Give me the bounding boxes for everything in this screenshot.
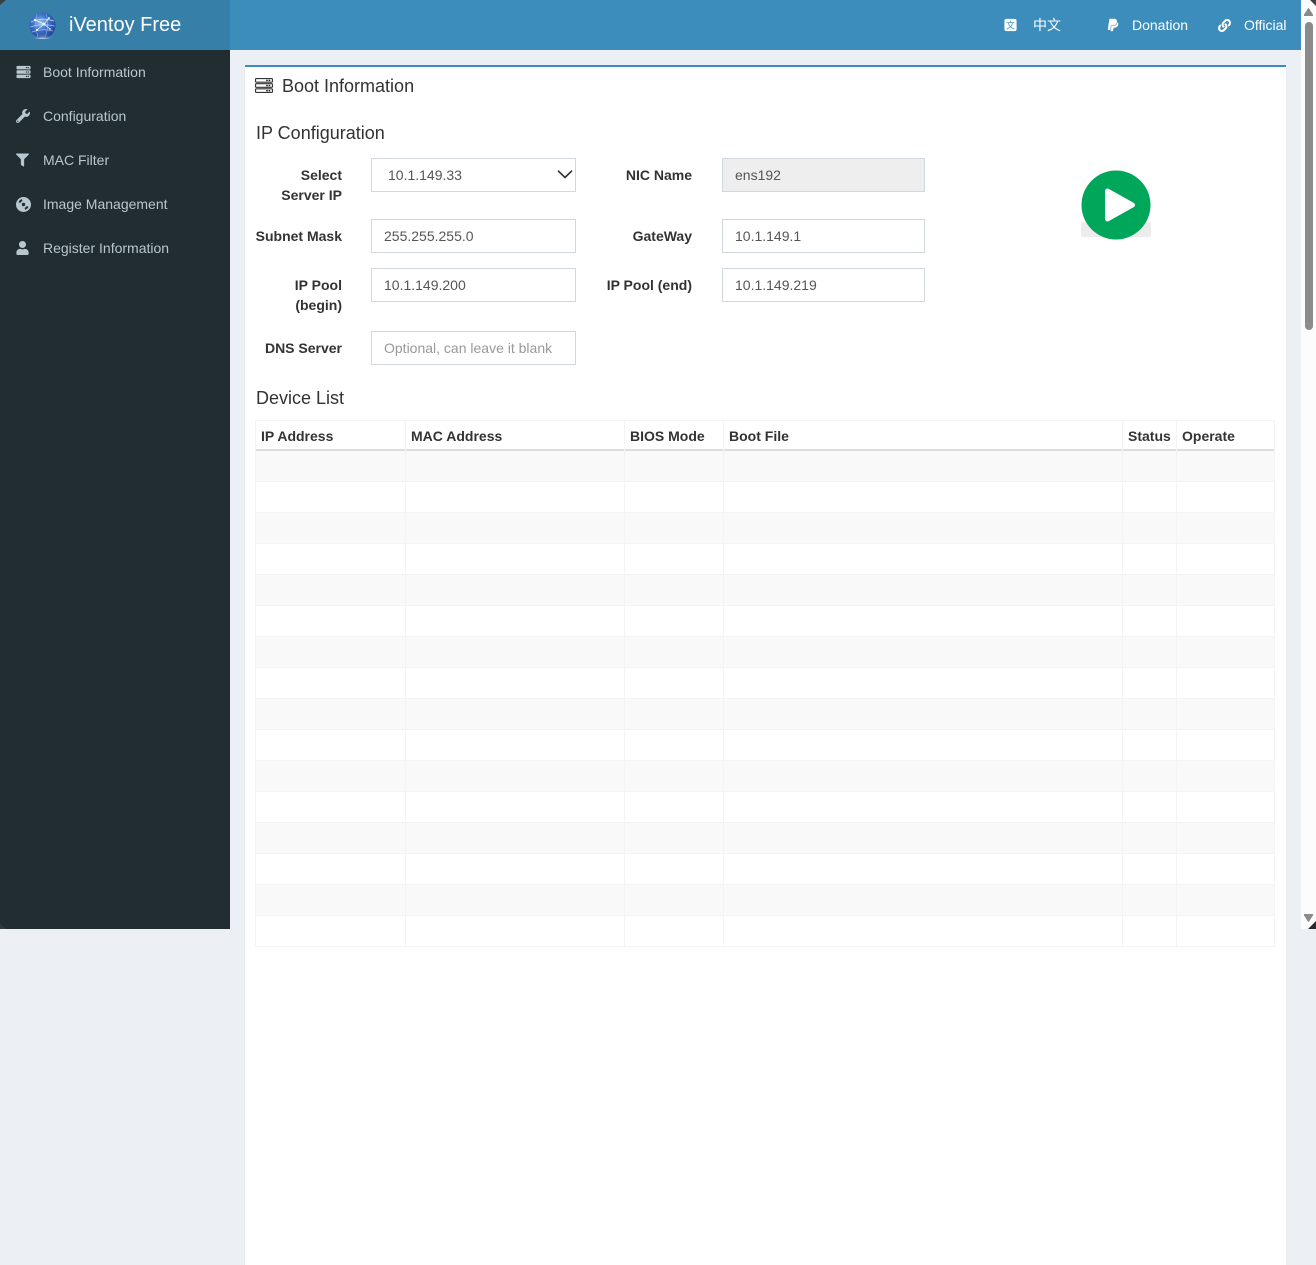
- svg-text:文: 文: [1006, 19, 1015, 30]
